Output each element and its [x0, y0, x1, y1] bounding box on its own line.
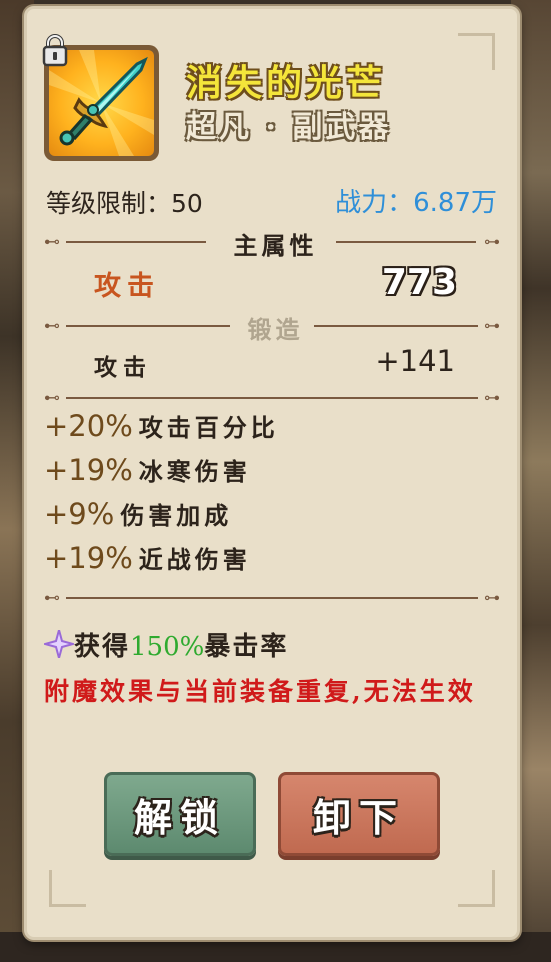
enchant-warning: 附魔效果与当前装备重复,无法生效 — [44, 677, 476, 706]
scroll-ornament-icon: ⊷ — [44, 588, 60, 607]
affix-divider: ⊷ ⊶ — [44, 388, 500, 408]
main-attr-name: 攻击 — [94, 271, 160, 302]
level-limit-value: 50 — [171, 189, 203, 218]
affix-name: 攻击百分比 — [138, 413, 279, 442]
forge-attr-value: +141 — [375, 344, 455, 378]
corner-ornament — [458, 870, 495, 907]
scroll-ornament-icon: ⊶ — [484, 588, 500, 607]
enchant-value: 150% — [130, 632, 205, 662]
main-attr-title: 主属性 — [233, 231, 318, 260]
level-limit-label: 等级限制： — [46, 189, 172, 218]
combat-power: 战力：6.87万 — [335, 182, 497, 219]
enchant-suffix: 暴击率 — [204, 632, 289, 662]
enchant-divider: ⊷ ⊶ — [44, 588, 500, 608]
sparkle-icon — [41, 626, 77, 662]
forge-attr-name: 攻击 — [94, 354, 152, 381]
affix-row: +9% 伤害加成 — [44, 496, 232, 531]
enchant-effect: 获得150%暴击率 — [41, 626, 289, 663]
affix-value: +19% — [44, 541, 133, 575]
item-quality-type: 超凡 · 副武器 — [186, 110, 392, 145]
unlock-button[interactable]: 解锁 — [104, 772, 256, 856]
lock-icon[interactable] — [40, 33, 70, 67]
corner-ornament — [49, 870, 86, 907]
combat-power-value: 6.87万 — [413, 188, 497, 218]
affix-name: 冰寒伤害 — [138, 457, 251, 486]
enchant-prefix: 获得 — [74, 632, 131, 662]
forge-title: 锻造 — [247, 315, 304, 344]
affix-name: 近战伤害 — [138, 545, 251, 574]
combat-power-label: 战力： — [335, 188, 414, 218]
affix-row: +19% 冰寒伤害 — [44, 452, 251, 487]
scroll-ornament-icon: ⊷ — [44, 388, 60, 407]
affix-value: +19% — [44, 453, 133, 487]
item-name: 消失的光芒 — [186, 62, 387, 104]
corner-ornament — [458, 33, 495, 70]
scroll-ornament-icon: ⊶ — [484, 388, 500, 407]
unequip-button[interactable]: 卸下 — [278, 772, 440, 856]
affix-value: +9% — [44, 497, 115, 531]
level-limit: 等级限制：50 — [46, 184, 203, 220]
affix-name: 伤害加成 — [120, 501, 233, 530]
affix-value: +20% — [44, 409, 133, 443]
main-attr-value: 773 — [381, 262, 457, 303]
affix-row: +20% 攻击百分比 — [44, 408, 279, 443]
affix-row: +19% 近战伤害 — [44, 540, 251, 575]
